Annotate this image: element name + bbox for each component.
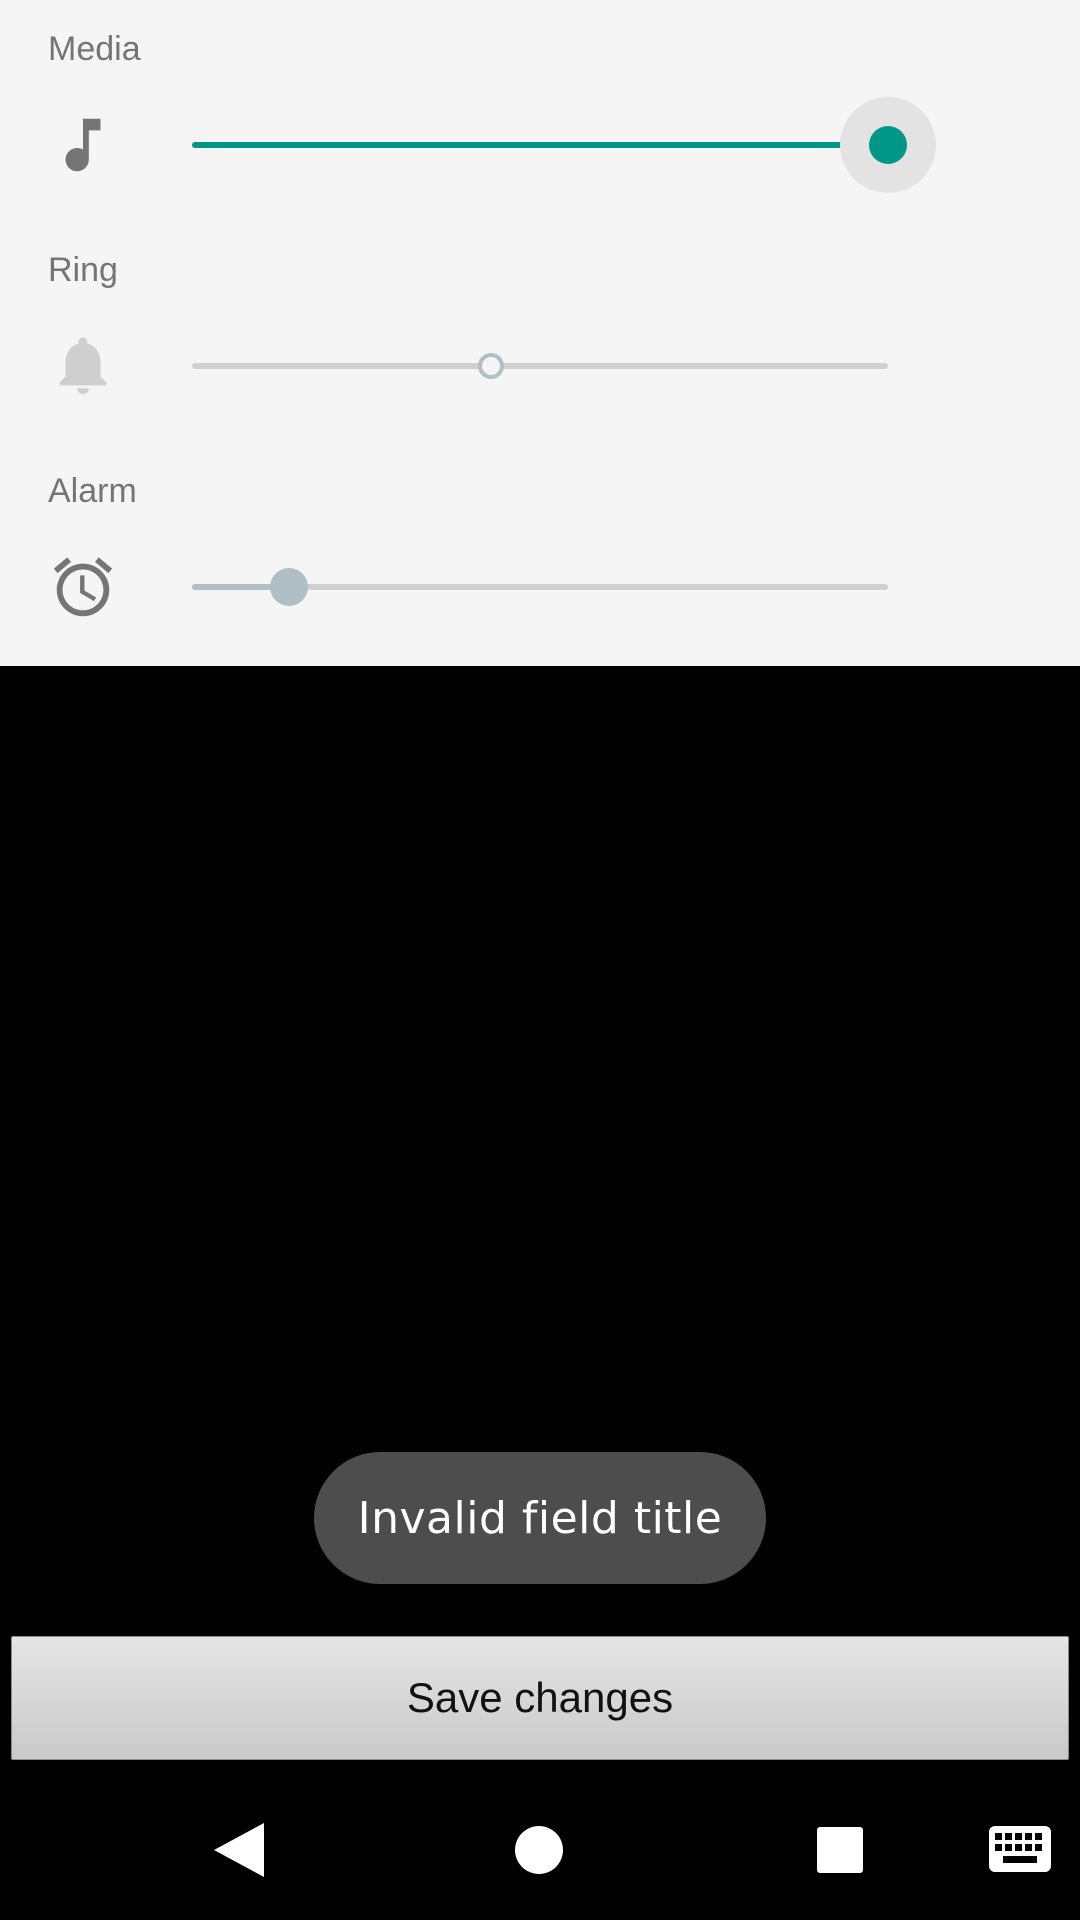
recents-icon[interactable] [817,1827,863,1873]
media-volume-fill [192,142,888,148]
media-volume-slider[interactable] [192,97,936,193]
alarm-clock-icon [53,557,113,617]
bell-icon [59,337,107,395]
ring-volume-thumb[interactable] [478,353,505,379]
media-volume-label: Media [48,30,141,68]
ring-volume-label: Ring [48,251,118,289]
alarm-volume-thumb[interactable] [270,568,309,606]
home-icon[interactable] [515,1826,563,1874]
keyboard-icon[interactable] [989,1826,1051,1872]
ring-volume-slider[interactable] [192,353,888,379]
navigation-bar [0,1776,1080,1920]
volume-panel: Media Ring Alarm [0,0,1080,666]
save-changes-button[interactable]: Save changes [11,1636,1069,1760]
music-note-icon [65,118,101,172]
alarm-volume-label: Alarm [48,472,137,510]
back-icon[interactable] [214,1823,264,1877]
alarm-volume-slider[interactable] [192,568,888,606]
media-volume-thumb[interactable] [869,126,907,164]
toast-message: Invalid field title [314,1452,766,1584]
